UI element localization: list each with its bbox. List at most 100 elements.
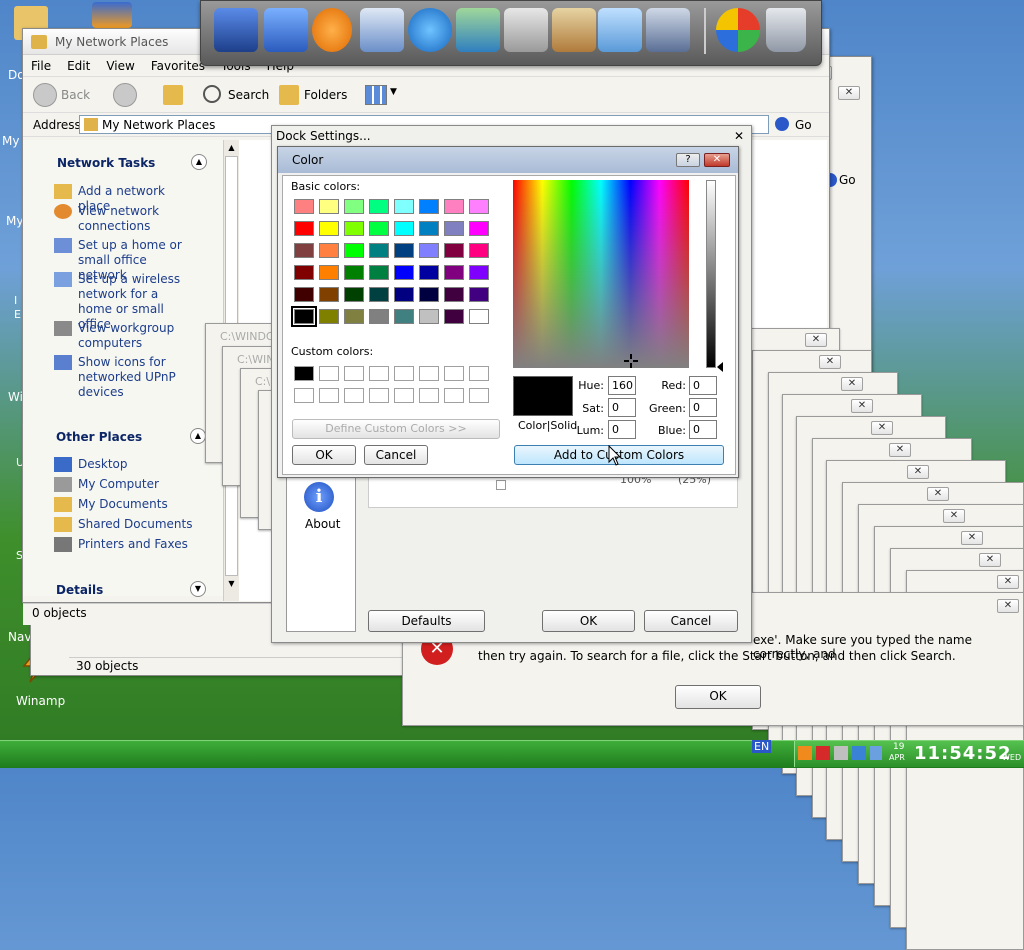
network-tray-icon[interactable] xyxy=(852,746,866,760)
display-tray-icon[interactable] xyxy=(870,746,882,760)
basic-color-swatch[interactable] xyxy=(319,265,339,280)
about-icon[interactable]: i xyxy=(304,482,334,512)
tray-icon[interactable] xyxy=(798,746,812,760)
go-button[interactable]: Go xyxy=(795,118,812,132)
basic-color-swatch[interactable] xyxy=(344,265,364,280)
volume-icon[interactable] xyxy=(834,746,848,760)
custom-color-swatch[interactable] xyxy=(469,366,489,381)
expand-chevron-icon[interactable]: ▼ xyxy=(190,581,206,597)
basic-color-swatch[interactable] xyxy=(394,309,414,324)
basic-color-swatch[interactable] xyxy=(294,243,314,258)
monitor-icon[interactable] xyxy=(214,8,258,52)
close-icon[interactable]: ✕ xyxy=(838,86,860,100)
basic-color-swatch[interactable] xyxy=(469,287,489,302)
folders-icon[interactable] xyxy=(279,85,299,105)
basic-color-swatch[interactable] xyxy=(294,221,314,236)
custom-color-swatch[interactable] xyxy=(394,366,414,381)
close-icon[interactable]: ✕ xyxy=(805,333,827,347)
red-input[interactable]: 0 xyxy=(689,376,717,395)
sat-input[interactable]: 0 xyxy=(608,398,636,417)
basic-color-swatch[interactable] xyxy=(344,243,364,258)
section-title-network-tasks[interactable]: Network Tasks xyxy=(57,156,155,170)
color-spectrum[interactable] xyxy=(513,180,689,368)
close-icon[interactable]: ✕ xyxy=(704,153,730,167)
security-shield-icon[interactable] xyxy=(816,746,830,760)
basic-color-swatch[interactable] xyxy=(419,221,439,236)
task-view-workgroup-computers[interactable]: View workgroup computers xyxy=(78,321,178,351)
scroll-up-icon[interactable]: ▲ xyxy=(224,140,239,156)
ok-button[interactable]: OK xyxy=(542,610,635,632)
custom-color-swatch[interactable] xyxy=(469,388,489,403)
menu-file[interactable]: File xyxy=(31,59,51,73)
define-custom-colors-button[interactable]: Define Custom Colors >> xyxy=(292,419,500,439)
custom-color-swatch[interactable] xyxy=(319,366,339,381)
basic-color-swatch[interactable] xyxy=(444,221,464,236)
paint-icon[interactable] xyxy=(552,8,596,52)
basic-color-swatch[interactable] xyxy=(469,199,489,214)
basic-color-swatch[interactable] xyxy=(419,265,439,280)
task-show-upnp-icons[interactable]: Show icons for networked UPnP devices xyxy=(78,355,188,400)
close-icon[interactable]: ✕ xyxy=(943,509,965,523)
custom-color-swatch[interactable] xyxy=(444,366,464,381)
collapse-chevron-icon[interactable]: ▲ xyxy=(191,154,207,170)
custom-color-swatch[interactable] xyxy=(419,388,439,403)
basic-color-swatch[interactable] xyxy=(369,243,389,258)
basic-color-swatch[interactable] xyxy=(419,199,439,214)
custom-color-swatch[interactable] xyxy=(344,366,364,381)
basic-color-swatch[interactable] xyxy=(294,287,314,302)
place-desktop[interactable]: Desktop xyxy=(78,457,128,472)
place-shared-documents[interactable]: Shared Documents xyxy=(78,517,192,532)
custom-color-swatch[interactable] xyxy=(294,366,314,381)
basic-color-swatch[interactable] xyxy=(319,221,339,236)
luminance-arrow-icon[interactable] xyxy=(717,362,723,372)
custom-color-swatch[interactable] xyxy=(369,388,389,403)
basic-color-swatch[interactable] xyxy=(444,309,464,324)
internet-explorer-icon[interactable] xyxy=(408,8,452,52)
basic-color-swatch[interactable] xyxy=(294,199,314,214)
custom-color-swatch[interactable] xyxy=(394,388,414,403)
views-icon[interactable] xyxy=(365,85,387,105)
close-icon[interactable]: ✕ xyxy=(734,129,744,143)
basic-color-swatch[interactable] xyxy=(444,243,464,258)
basic-color-swatch[interactable] xyxy=(444,287,464,302)
basic-color-swatch[interactable] xyxy=(394,243,414,258)
winamp-label[interactable]: Winamp xyxy=(16,694,65,708)
up-folder-icon[interactable] xyxy=(163,85,183,105)
basic-color-swatch[interactable] xyxy=(469,221,489,236)
basic-color-swatch[interactable] xyxy=(344,221,364,236)
back-button[interactable]: Back xyxy=(61,88,90,102)
language-indicator[interactable]: EN xyxy=(752,740,772,753)
menu-favorites[interactable]: Favorites xyxy=(151,59,205,73)
about-label[interactable]: About xyxy=(305,517,340,531)
cancel-button[interactable]: Cancel xyxy=(644,610,738,632)
basic-color-swatch[interactable] xyxy=(344,199,364,214)
documents-icon[interactable] xyxy=(360,8,404,52)
place-my-computer[interactable]: My Computer xyxy=(78,477,159,492)
ok-button[interactable]: OK xyxy=(292,445,356,465)
search-icon[interactable] xyxy=(203,85,221,103)
custom-color-swatch[interactable] xyxy=(444,388,464,403)
close-icon[interactable]: ✕ xyxy=(997,575,1019,589)
close-icon[interactable]: ✕ xyxy=(961,531,983,545)
basic-color-swatch[interactable] xyxy=(444,265,464,280)
green-input[interactable]: 0 xyxy=(689,398,717,417)
basic-color-swatch[interactable] xyxy=(294,265,314,280)
close-icon[interactable]: ✕ xyxy=(927,487,949,501)
close-icon[interactable]: ✕ xyxy=(841,377,863,391)
notepad-icon[interactable] xyxy=(598,8,642,52)
basic-color-swatch[interactable] xyxy=(419,287,439,302)
basic-color-swatch[interactable] xyxy=(394,265,414,280)
section-title-details[interactable]: Details xyxy=(56,583,103,597)
basic-color-swatch[interactable] xyxy=(344,287,364,302)
back-arrow-icon[interactable] xyxy=(33,83,57,107)
basic-color-swatch[interactable] xyxy=(469,243,489,258)
menu-edit[interactable]: Edit xyxy=(67,59,90,73)
task-view-network-connections[interactable]: View network connections xyxy=(78,204,168,234)
defaults-button[interactable]: Defaults xyxy=(368,610,485,632)
go-label[interactable]: Go xyxy=(839,173,856,187)
basic-color-swatch[interactable] xyxy=(369,221,389,236)
basic-color-swatch[interactable] xyxy=(469,265,489,280)
basic-color-swatch[interactable] xyxy=(291,306,317,327)
recycle-bin-icon[interactable] xyxy=(766,8,806,52)
basic-color-swatch[interactable] xyxy=(394,221,414,236)
